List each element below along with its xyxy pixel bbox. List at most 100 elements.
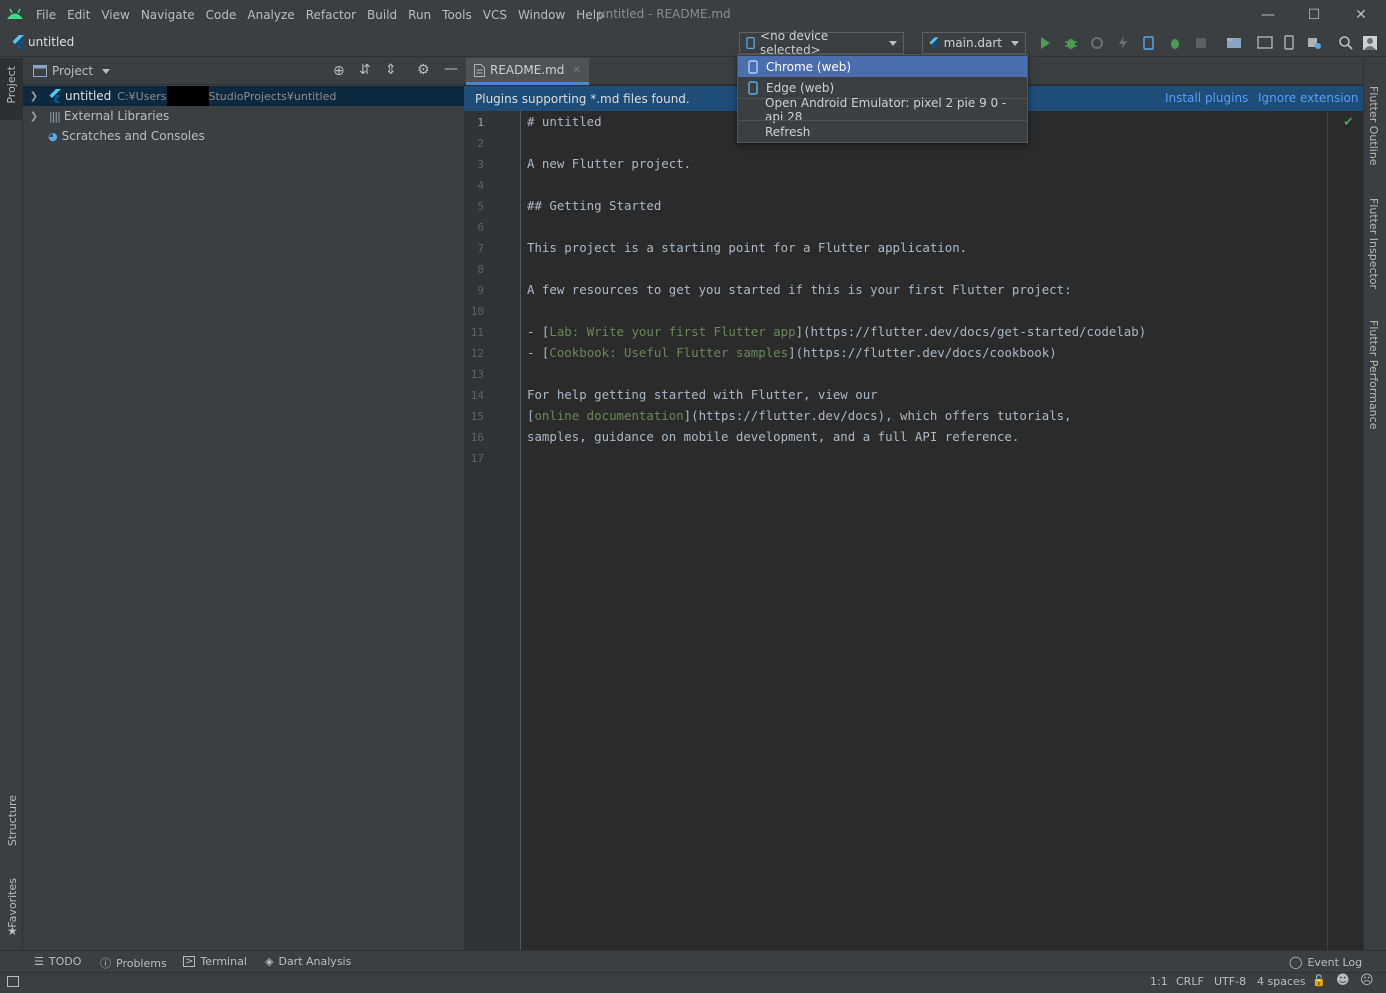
project-panel (23, 57, 464, 950)
hide-panel-icon[interactable]: — (444, 61, 458, 77)
menu-build[interactable]: Build (367, 8, 397, 22)
run-config-label: main.dart (943, 36, 1002, 50)
android-studio-logo-icon (7, 8, 23, 19)
tool-window-tab-favorites[interactable]: Favorites (6, 878, 19, 928)
project-structure-icon[interactable] (1226, 35, 1242, 51)
phone-icon (748, 80, 758, 95)
debug-icon[interactable] (1063, 35, 1079, 51)
profile-icon[interactable] (1089, 35, 1105, 51)
locate-icon[interactable]: ⊕ (333, 63, 345, 79)
tab-label: Problems (116, 956, 167, 970)
stop-icon[interactable] (1193, 35, 1209, 51)
account-icon[interactable] (1362, 35, 1378, 51)
tab-label: Event Log (1307, 955, 1363, 969)
chevron-down-icon (1011, 40, 1019, 46)
tool-window-tab-terminal[interactable]: > Terminal (183, 955, 247, 968)
device-option-refresh[interactable]: Refresh (738, 121, 1027, 142)
menu-run[interactable]: Run (408, 8, 431, 22)
line-separator[interactable]: CRLF (1176, 975, 1204, 988)
menu-refactor[interactable]: Refactor (306, 8, 356, 22)
device-option-chrome[interactable]: Chrome (web) (738, 56, 1027, 77)
device-dropdown: Chrome (web) Edge (web) Open Android Emu… (737, 54, 1028, 143)
menu-tools[interactable]: Tools (442, 8, 472, 22)
breadcrumb[interactable]: untitled (12, 35, 74, 49)
device-manager-icon[interactable] (1281, 35, 1297, 51)
device-option-label: Edge (web) (766, 80, 835, 95)
avd-manager-icon[interactable] (1257, 35, 1273, 51)
line-number: 17 (470, 452, 484, 465)
tool-window-tab-problems[interactable]: ⓘ Problems (100, 955, 167, 971)
close-icon[interactable]: ✕ (1351, 5, 1371, 25)
dart-icon: ◈ (265, 955, 274, 968)
file-icon (474, 63, 485, 77)
window-title: untitled - README.md (598, 7, 731, 21)
code-text: ](https://flutter.dev/docs), which offer… (683, 408, 1072, 423)
expand-all-icon[interactable]: ⇵ (359, 62, 371, 78)
menu-file[interactable]: File (36, 8, 56, 22)
menu-edit[interactable]: Edit (67, 8, 90, 22)
tool-window-tab-structure[interactable]: Structure (6, 795, 19, 846)
run-icon[interactable] (1037, 35, 1053, 51)
run-config-selector[interactable]: main.dart (922, 32, 1026, 54)
project-view-selector[interactable]: Project (33, 64, 111, 78)
attach-debugger-icon[interactable] (1141, 35, 1157, 51)
search-icon[interactable] (1338, 35, 1354, 51)
maximize-icon[interactable]: ☐ (1304, 5, 1324, 25)
menu-vcs[interactable]: VCS (483, 8, 507, 22)
ignore-extension-link[interactable]: Ignore extension (1258, 91, 1358, 105)
event-log-icon: ◯ (1289, 955, 1303, 969)
code-line: - [Lab: Write your first Flutter app](ht… (527, 324, 1146, 339)
library-icon: |||| (49, 109, 61, 123)
code-line: # untitled (527, 114, 602, 129)
menu-navigate[interactable]: Navigate (141, 8, 195, 22)
code-line: This project is a starting point for a F… (527, 240, 968, 255)
device-option-label: Chrome (web) (766, 59, 852, 74)
chevron-right-icon[interactable]: ❯ (27, 111, 41, 122)
tab-readme[interactable]: README.md ✕ (466, 58, 589, 85)
chevron-right-icon[interactable]: ❯ (27, 91, 41, 102)
tool-window-tab-flutter-inspector[interactable]: Flutter Inspector (1367, 198, 1380, 289)
minimize-icon[interactable]: — (1258, 5, 1278, 25)
sad-face-icon[interactable]: ☹ (1360, 973, 1374, 988)
indent-setting[interactable]: 4 spaces (1257, 975, 1306, 988)
device-option-android-emulator[interactable]: Open Android Emulator: pixel 2 pie 9 0 -… (738, 96, 1027, 124)
caret-position[interactable]: 1:1 (1150, 975, 1168, 988)
lock-icon[interactable]: 🔓 (1312, 974, 1326, 987)
tool-window-tab-flutter-performance[interactable]: Flutter Performance (1367, 320, 1380, 429)
tool-window-tab-event-log[interactable]: ◯ Event Log (1289, 955, 1362, 969)
tree-item-scratches[interactable]: ◕ Scratches and Consoles (23, 126, 464, 146)
tool-window-tab-project[interactable]: Project (0, 58, 23, 120)
menu-window[interactable]: Window (518, 8, 565, 22)
install-plugins-link[interactable]: Install plugins (1165, 91, 1248, 105)
menu-code[interactable]: Code (206, 8, 237, 22)
project-view-label: Project (52, 64, 94, 78)
tab-readme-label: README.md (490, 63, 565, 77)
collapse-all-icon[interactable]: ⇕ (385, 62, 397, 78)
hot-reload-icon[interactable] (1115, 35, 1131, 51)
code-line: For help getting started with Flutter, v… (527, 387, 878, 402)
file-encoding[interactable]: UTF-8 (1214, 975, 1246, 988)
device-selector[interactable]: <no device selected> (739, 29, 904, 57)
gear-icon[interactable]: ⚙ (417, 62, 430, 78)
tool-window-tab-todo[interactable]: ☰ TODO (34, 955, 81, 968)
tree-item-external-libraries[interactable]: ❯ |||| External Libraries (23, 106, 464, 126)
star-icon: ★ (7, 924, 18, 938)
editor-area[interactable] (522, 111, 1363, 950)
flutter-icon (12, 35, 24, 49)
line-number: 16 (470, 431, 484, 444)
menu-analyze[interactable]: Analyze (247, 8, 294, 22)
line-number: 15 (470, 410, 484, 423)
toggle-tool-windows-icon[interactable] (7, 976, 19, 987)
tool-window-tab-flutter-outline[interactable]: Flutter Outline (1367, 86, 1380, 166)
tab-label: Dart Analysis (278, 955, 352, 968)
menu-view[interactable]: View (101, 8, 129, 22)
debug-attach-icon[interactable] (1167, 35, 1183, 51)
tab-label: TODO (48, 955, 82, 968)
info-icon: ⓘ (100, 957, 111, 970)
tree-item-project-root[interactable]: ❯ untitled C:¥Users StudioProjects¥untit… (23, 86, 464, 106)
code-line: A new Flutter project. (527, 156, 692, 171)
sdk-manager-icon[interactable] (1306, 35, 1322, 51)
tool-window-tab-dart-analysis[interactable]: ◈ Dart Analysis (265, 955, 351, 968)
close-tab-icon[interactable]: ✕ (572, 65, 580, 76)
smiley-icon[interactable]: ☻ (1336, 973, 1350, 988)
